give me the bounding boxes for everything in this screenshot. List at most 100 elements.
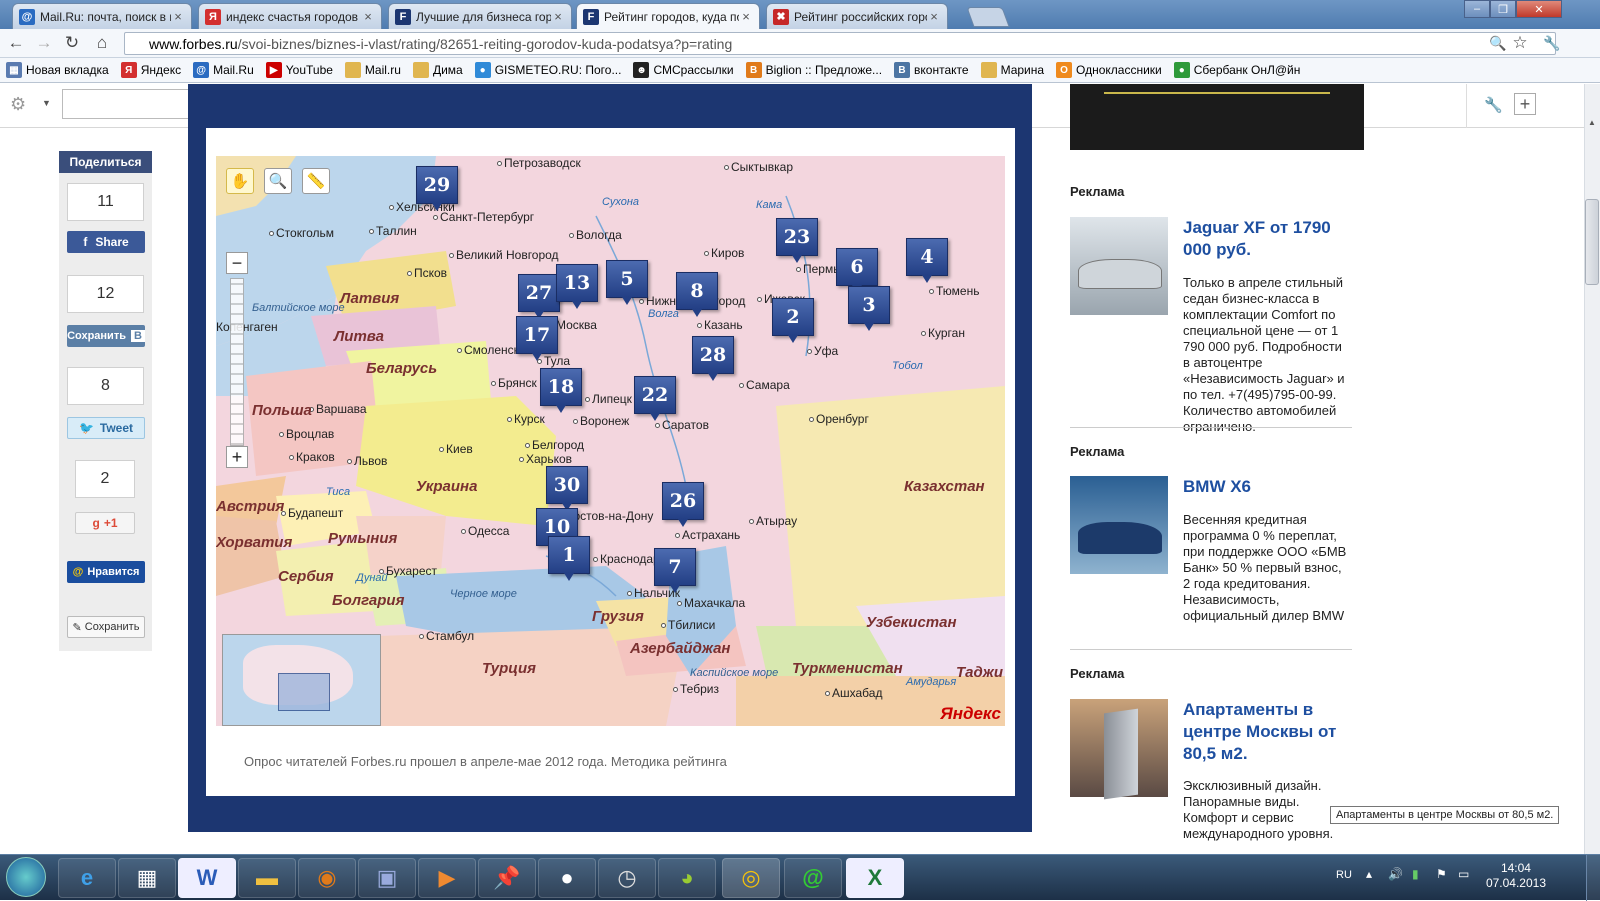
home-icon[interactable]: ⌂ [92,33,112,53]
bookmark-12[interactable]: ● Сбербанк ОнЛ@йн [1173,62,1300,78]
rating-marker[interactable]: 27 [518,274,560,319]
tab-forbes-rating[interactable]: F Рейтинг городов, куда по × [576,3,760,29]
ad-title-link[interactable]: BMW X6 [1183,476,1351,498]
zoom-in-button[interactable]: + [226,446,248,468]
address-bar[interactable]: www.forbes.ru/svoi-biznes/biznes-i-vlast… [124,32,1556,55]
bookmark-8[interactable]: B Biglion :: Предложе... [745,62,882,78]
bookmark-11[interactable]: О Одноклассники [1056,62,1162,78]
forward-arrow-icon[interactable]: → [34,33,54,53]
excel-icon[interactable]: X [846,858,904,898]
save-bookmark-button[interactable]: ✎ Сохранить [67,616,145,638]
bookmark-2[interactable]: @ Mail.Ru [193,62,254,78]
tweet-button[interactable]: 🐦 Tweet [67,417,145,439]
reload-icon[interactable]: ↻ [62,33,82,53]
rating-marker[interactable]: 29 [416,166,458,211]
rating-marker[interactable]: 17 [516,316,558,361]
globe-icon[interactable]: ◕ [658,858,716,898]
gplus-button[interactable]: g +1 [75,512,135,534]
mail-agent-icon[interactable]: @ [784,858,842,898]
yandex-map[interactable]: Петрозаводск Сыктывкар Хельсинки Санкт-Пете… [216,156,1005,726]
show-desktop-button[interactable] [1586,855,1600,901]
chevron-down-icon[interactable]: ▼ [42,98,51,108]
magnifier-icon[interactable]: 🔍 [264,168,292,194]
action-center-icon[interactable]: ▭ [1458,867,1469,881]
bookmark-6[interactable]: ● GISMETEO.RU: Пого... [474,62,621,78]
overview-minimap[interactable] [222,634,381,726]
ad-title-link[interactable]: Апартаменты в центре Москвы от 80,5 м2. [1183,699,1351,765]
rating-marker[interactable]: 1 [548,536,590,581]
minimize-button[interactable]: – [1464,0,1490,18]
rating-marker[interactable]: 13 [556,264,598,309]
rating-marker[interactable]: 4 [906,238,948,283]
rating-marker[interactable]: 8 [676,272,718,317]
rating-marker[interactable]: 30 [546,466,588,511]
floppy-icon[interactable]: ▣ [358,858,416,898]
close-icon[interactable]: × [739,9,753,24]
maximize-button[interactable]: ❐ [1490,0,1516,18]
system-clock[interactable]: 14:04 07.04.2013 [1486,861,1546,891]
close-window-button[interactable]: ✕ [1516,0,1562,18]
language-indicator[interactable]: RU [1336,869,1352,881]
rating-marker[interactable]: 22 [634,376,676,421]
rating-marker[interactable]: 18 [540,368,582,413]
bookmark-10[interactable]: Марина [980,62,1044,78]
media-player-icon[interactable]: ▶ [418,858,476,898]
agent-icon[interactable]: ● [538,858,596,898]
rating-marker[interactable]: 3 [848,286,890,331]
mailru-like-button[interactable]: @ Нравится [67,561,145,583]
wrench-icon[interactable]: 🔧 [1484,96,1503,114]
tab-forbes-best[interactable]: F Лучшие для бизнеса гор × [388,3,572,29]
pin-icon[interactable]: 📌 [478,858,536,898]
tab-mailru[interactable]: @ Mail.Ru: почта, поиск в и × [12,3,192,29]
pan-hand-icon[interactable]: ✋ [226,168,254,194]
scrollbar-thumb[interactable] [1585,199,1599,285]
minimap-viewport[interactable] [278,673,330,711]
folder-icon[interactable]: ▬ [238,858,296,898]
close-icon[interactable]: × [551,9,565,24]
bookmark-5[interactable]: Дима [412,62,463,78]
rating-marker[interactable]: 28 [692,336,734,381]
tray-arrow-icon[interactable]: ▴ [1366,867,1372,881]
word-icon[interactable]: W [178,858,236,898]
wrench-icon[interactable]: 🔧 [1542,33,1562,53]
flag-icon[interactable]: ⚑ [1436,867,1447,881]
clock-app-icon[interactable]: ◷ [598,858,656,898]
bookmark-9[interactable]: Bвконтакте [894,62,969,78]
chrome-icon[interactable]: ◎ [722,858,780,898]
rating-marker[interactable]: 5 [606,260,648,305]
bookmark-7[interactable]: ☻ СМСрассылки [633,62,734,78]
bookmark-star-icon[interactable]: ☆ [1510,33,1530,53]
rating-marker[interactable]: 26 [662,482,704,527]
eye-icon[interactable]: ◉ [298,858,356,898]
close-icon[interactable]: × [361,9,375,24]
zoom-slider[interactable] [230,278,244,446]
rating-marker[interactable]: 7 [654,548,696,593]
back-arrow-icon[interactable]: ← [6,33,26,53]
ad-title-link[interactable]: Jaguar XF от 1790 000 руб. [1183,217,1351,261]
rating-marker[interactable]: 2 [772,298,814,343]
close-icon[interactable]: × [927,9,941,24]
bookmark-1[interactable]: Я Яндекс [120,62,181,78]
zoom-icon[interactable]: 🔍 [1488,33,1508,53]
zoom-out-button[interactable]: − [226,252,248,274]
bookmark-0[interactable]: ▦ Новая вкладка [6,62,109,78]
bookmark-4[interactable]: Mail.ru [344,62,401,78]
close-icon[interactable]: × [171,9,185,24]
vk-save-button[interactable]: Сохранить B [67,325,145,347]
calculator-icon[interactable]: ▦ [118,858,176,898]
add-icon[interactable]: + [1514,93,1536,115]
rating-marker[interactable]: 6 [836,248,878,293]
internet-explorer-icon[interactable]: e [58,858,116,898]
network-icon[interactable]: ▮ [1412,867,1419,881]
facebook-share-button[interactable]: f Share [67,231,145,253]
tab-russian-rating[interactable]: ✖ Рейтинг российских горо × [766,3,948,29]
tab-yandex[interactable]: Я индекс счастья городов р × [198,3,382,29]
logo-icon[interactable]: ⚙ [10,94,26,115]
rating-marker[interactable]: 23 [776,218,818,263]
start-button[interactable] [6,857,46,897]
top-banner[interactable] [1070,84,1364,150]
bookmark-3[interactable]: ▶ YouTube [265,62,333,78]
scroll-up-icon[interactable]: ▲ [1588,118,1596,127]
volume-icon[interactable]: 🔊 [1388,867,1403,881]
new-tab-button[interactable] [966,7,1010,27]
